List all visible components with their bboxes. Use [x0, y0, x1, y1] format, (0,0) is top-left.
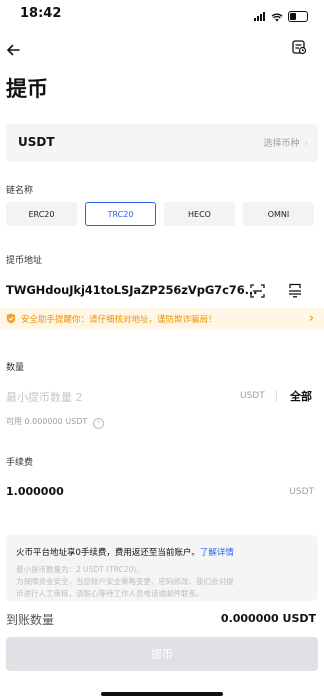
info-line-3: 币进行人工审核，请耐心等待工作人员电话或邮件联系。 — [16, 589, 204, 598]
divider — [276, 390, 277, 402]
all-button[interactable]: 全部 — [290, 388, 312, 404]
fee-value: 1.000000 — [6, 485, 64, 498]
history-record-icon[interactable] — [292, 40, 307, 59]
security-warning-banner: 安全助手提醒你：请仔细核对地址，谨防欺诈骗局！ › — [0, 308, 324, 330]
address-book-icon[interactable] — [288, 283, 302, 302]
amount-input[interactable]: 最小提币数量 2 — [6, 389, 83, 405]
submit-button[interactable]: 提币 — [6, 637, 318, 671]
chain-option-heco[interactable]: HECO — [164, 202, 235, 226]
coin-select-hint: 选择币种 › — [264, 136, 309, 149]
scan-icon[interactable] — [250, 283, 265, 302]
chain-option-omni[interactable]: OMNI — [243, 202, 314, 226]
shield-icon — [6, 313, 16, 327]
info-line-2: 为保障资金安全，当您账户安全策略变更、密码修改、我们会对提 — [16, 577, 234, 586]
info-circle-icon[interactable]: ? — [92, 418, 104, 429]
coin-select-hint-label: 选择币种 — [263, 139, 300, 149]
home-indicator — [101, 692, 223, 696]
address-label: 提币地址 — [6, 256, 43, 266]
learn-more-link[interactable]: 了解详情 — [200, 548, 234, 558]
system-icons — [254, 7, 308, 26]
wifi-icon — [271, 7, 283, 26]
chevron-right-icon: › — [304, 139, 308, 149]
amount-unit: USDT — [240, 391, 265, 401]
info-main: 火币平台地址享0手续费，费用返还至当前账户。了解详情 — [16, 546, 234, 558]
available-balance: 可用 0.000000 USDT ? — [6, 416, 104, 429]
status-bar: 18:42 — [0, 0, 324, 28]
status-time: 18:42 — [20, 6, 62, 21]
amount-label: 数量 — [6, 363, 25, 373]
battery-icon — [288, 11, 308, 22]
warning-text: 安全助手提醒你：请仔细核对地址，谨防欺诈骗局！ — [21, 315, 217, 325]
info-line-1: 最小提币数量为：2 USDT (TRC20)。 — [16, 565, 144, 574]
chain-label: 链名称 — [6, 186, 34, 196]
fee-unit: USDT — [289, 487, 314, 497]
back-arrow-icon[interactable] — [6, 41, 20, 60]
info-box: 火币平台地址享0手续费，费用返还至当前账户。了解详情 最小提币数量为：2 USD… — [6, 535, 318, 601]
receive-value: 0.000000 USDT — [220, 612, 316, 625]
coin-name: USDT — [18, 135, 55, 149]
available-balance-text: 可用 0.000000 USDT — [6, 417, 88, 426]
page-title: 提币 — [6, 77, 48, 101]
info-main-text: 火币平台地址享0手续费，费用返还至当前账户。 — [16, 548, 200, 558]
chain-option-trc20[interactable]: TRC20 — [85, 202, 156, 226]
coin-selector[interactable]: USDT 选择币种 › — [6, 124, 318, 162]
fee-label: 手续费 — [6, 458, 34, 468]
signal-icon — [254, 12, 266, 21]
chain-option-erc20[interactable]: ERC20 — [6, 202, 77, 226]
chevron-right-icon[interactable]: › — [309, 311, 314, 326]
address-input[interactable]: TWGHdouJkj41toLSJaZP256zVpG7c76... — [6, 283, 258, 297]
receive-label: 到账数量 — [6, 613, 55, 627]
